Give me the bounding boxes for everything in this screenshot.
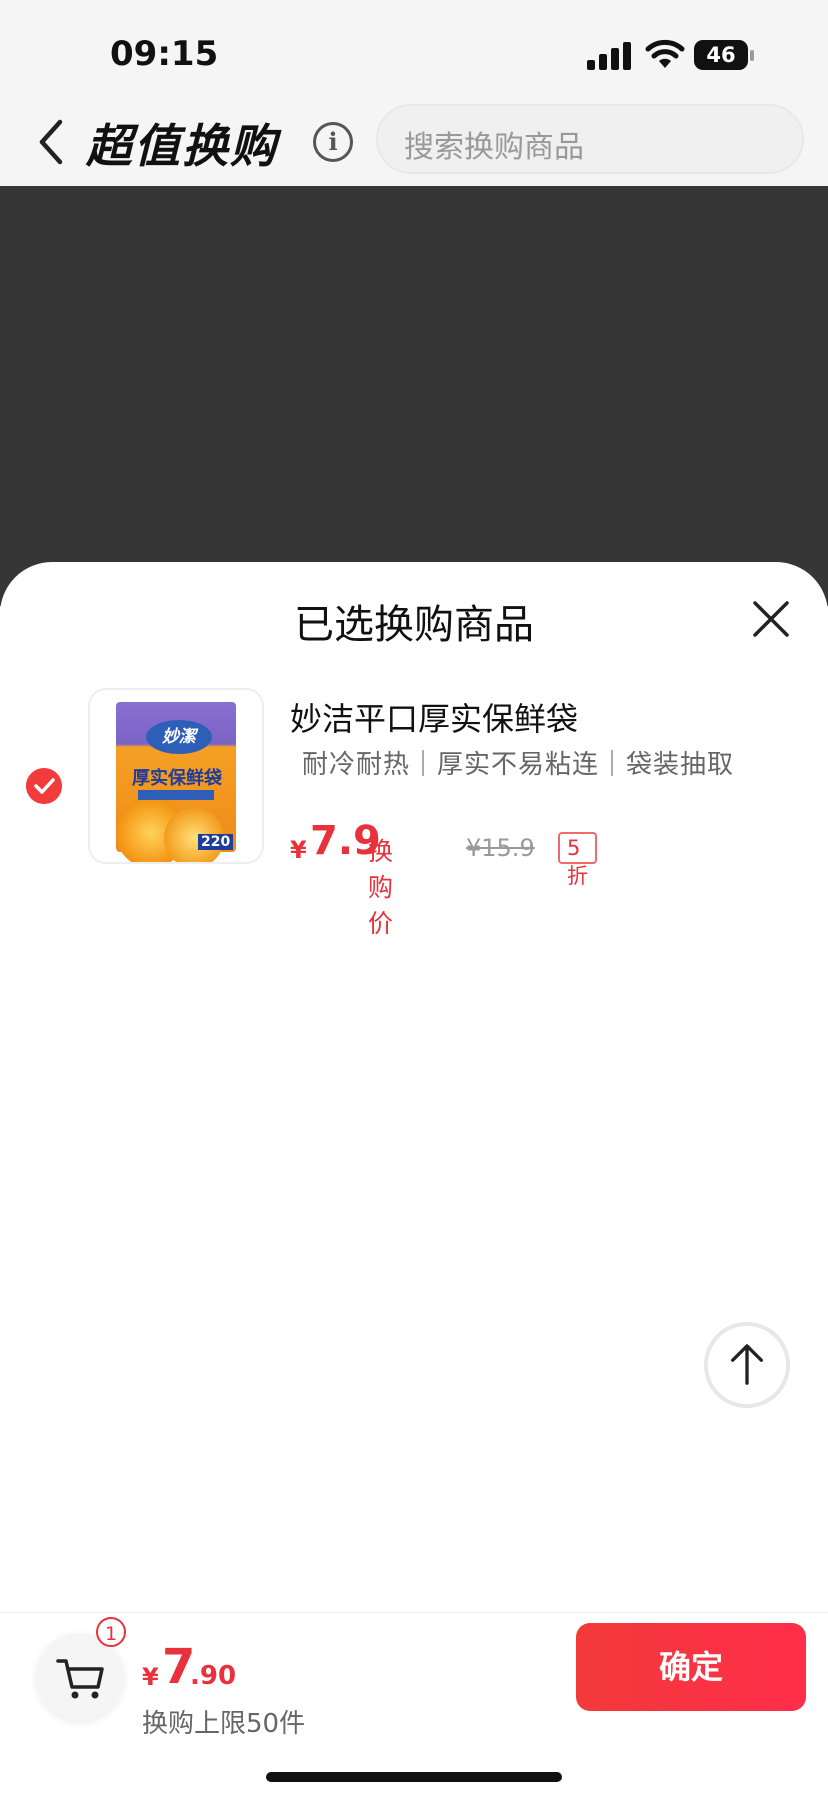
product-package: 妙潔 厚实保鲜袋 220 [116, 702, 236, 862]
dim-overlay[interactable] [0, 186, 828, 606]
discount-badge: 5折 [558, 832, 597, 888]
total-decimal: .90 [190, 1661, 237, 1691]
product-image[interactable]: 妙潔 厚实保鲜袋 220 [88, 688, 264, 864]
info-icon[interactable]: i [313, 122, 353, 162]
product-package-count: 220 [198, 834, 234, 850]
exchange-limit-text: 换购上限50件 [142, 1709, 306, 1739]
currency-symbol: ¥ [290, 836, 307, 864]
battery-level: 46 [706, 43, 736, 67]
list-item[interactable]: 妙潔 厚实保鲜袋 220 妙洁平口厚实保鲜袋 耐冷耐热｜厚实不易粘连｜袋装抽取 … [0, 688, 828, 938]
battery-icon: 46 [694, 40, 756, 72]
page-title: 超值换购 [86, 119, 278, 173]
selected-items-sheet: 已选换购商品 妙潔 厚实保鲜袋 220 妙洁平口厚实保鲜袋 耐冷耐热｜厚实不易粘… [0, 562, 828, 1795]
total-currency: ¥ [142, 1663, 159, 1691]
search-input[interactable]: 搜索换购商品 [376, 104, 804, 174]
back-arrow-icon[interactable] [36, 118, 66, 166]
product-tags: 耐冷耐热｜厚实不易粘连｜袋装抽取 [302, 750, 735, 780]
arrow-up-icon[interactable] [704, 1322, 790, 1408]
status-time: 09:15 [110, 34, 219, 74]
exchange-price-label: 换购价 [368, 837, 394, 938]
product-package-title: 厚实保鲜袋 [132, 768, 222, 789]
product-brand-logo: 妙潔 [146, 720, 212, 754]
product-name[interactable]: 妙洁平口厚实保鲜袋 [290, 694, 578, 740]
search-placeholder: 搜索换购商品 [404, 130, 584, 165]
status-bar: 09:15 46 [0, 0, 828, 100]
wifi-icon [645, 39, 685, 68]
original-price: ¥15.9 [466, 834, 535, 862]
cart-count-badge: 1 [96, 1617, 126, 1647]
signal-icon [587, 42, 631, 70]
check-circle-icon[interactable] [26, 768, 62, 804]
home-indicator [266, 1772, 562, 1782]
bottom-bar: 1 ¥ 7 .90 换购上限50件 确定 [0, 1612, 828, 1796]
confirm-button[interactable]: 确定 [576, 1623, 806, 1711]
sheet-title: 已选换购商品 [294, 602, 534, 648]
page-header: 超值换购 i 搜索换购商品 [0, 100, 828, 186]
close-icon[interactable] [752, 600, 790, 638]
